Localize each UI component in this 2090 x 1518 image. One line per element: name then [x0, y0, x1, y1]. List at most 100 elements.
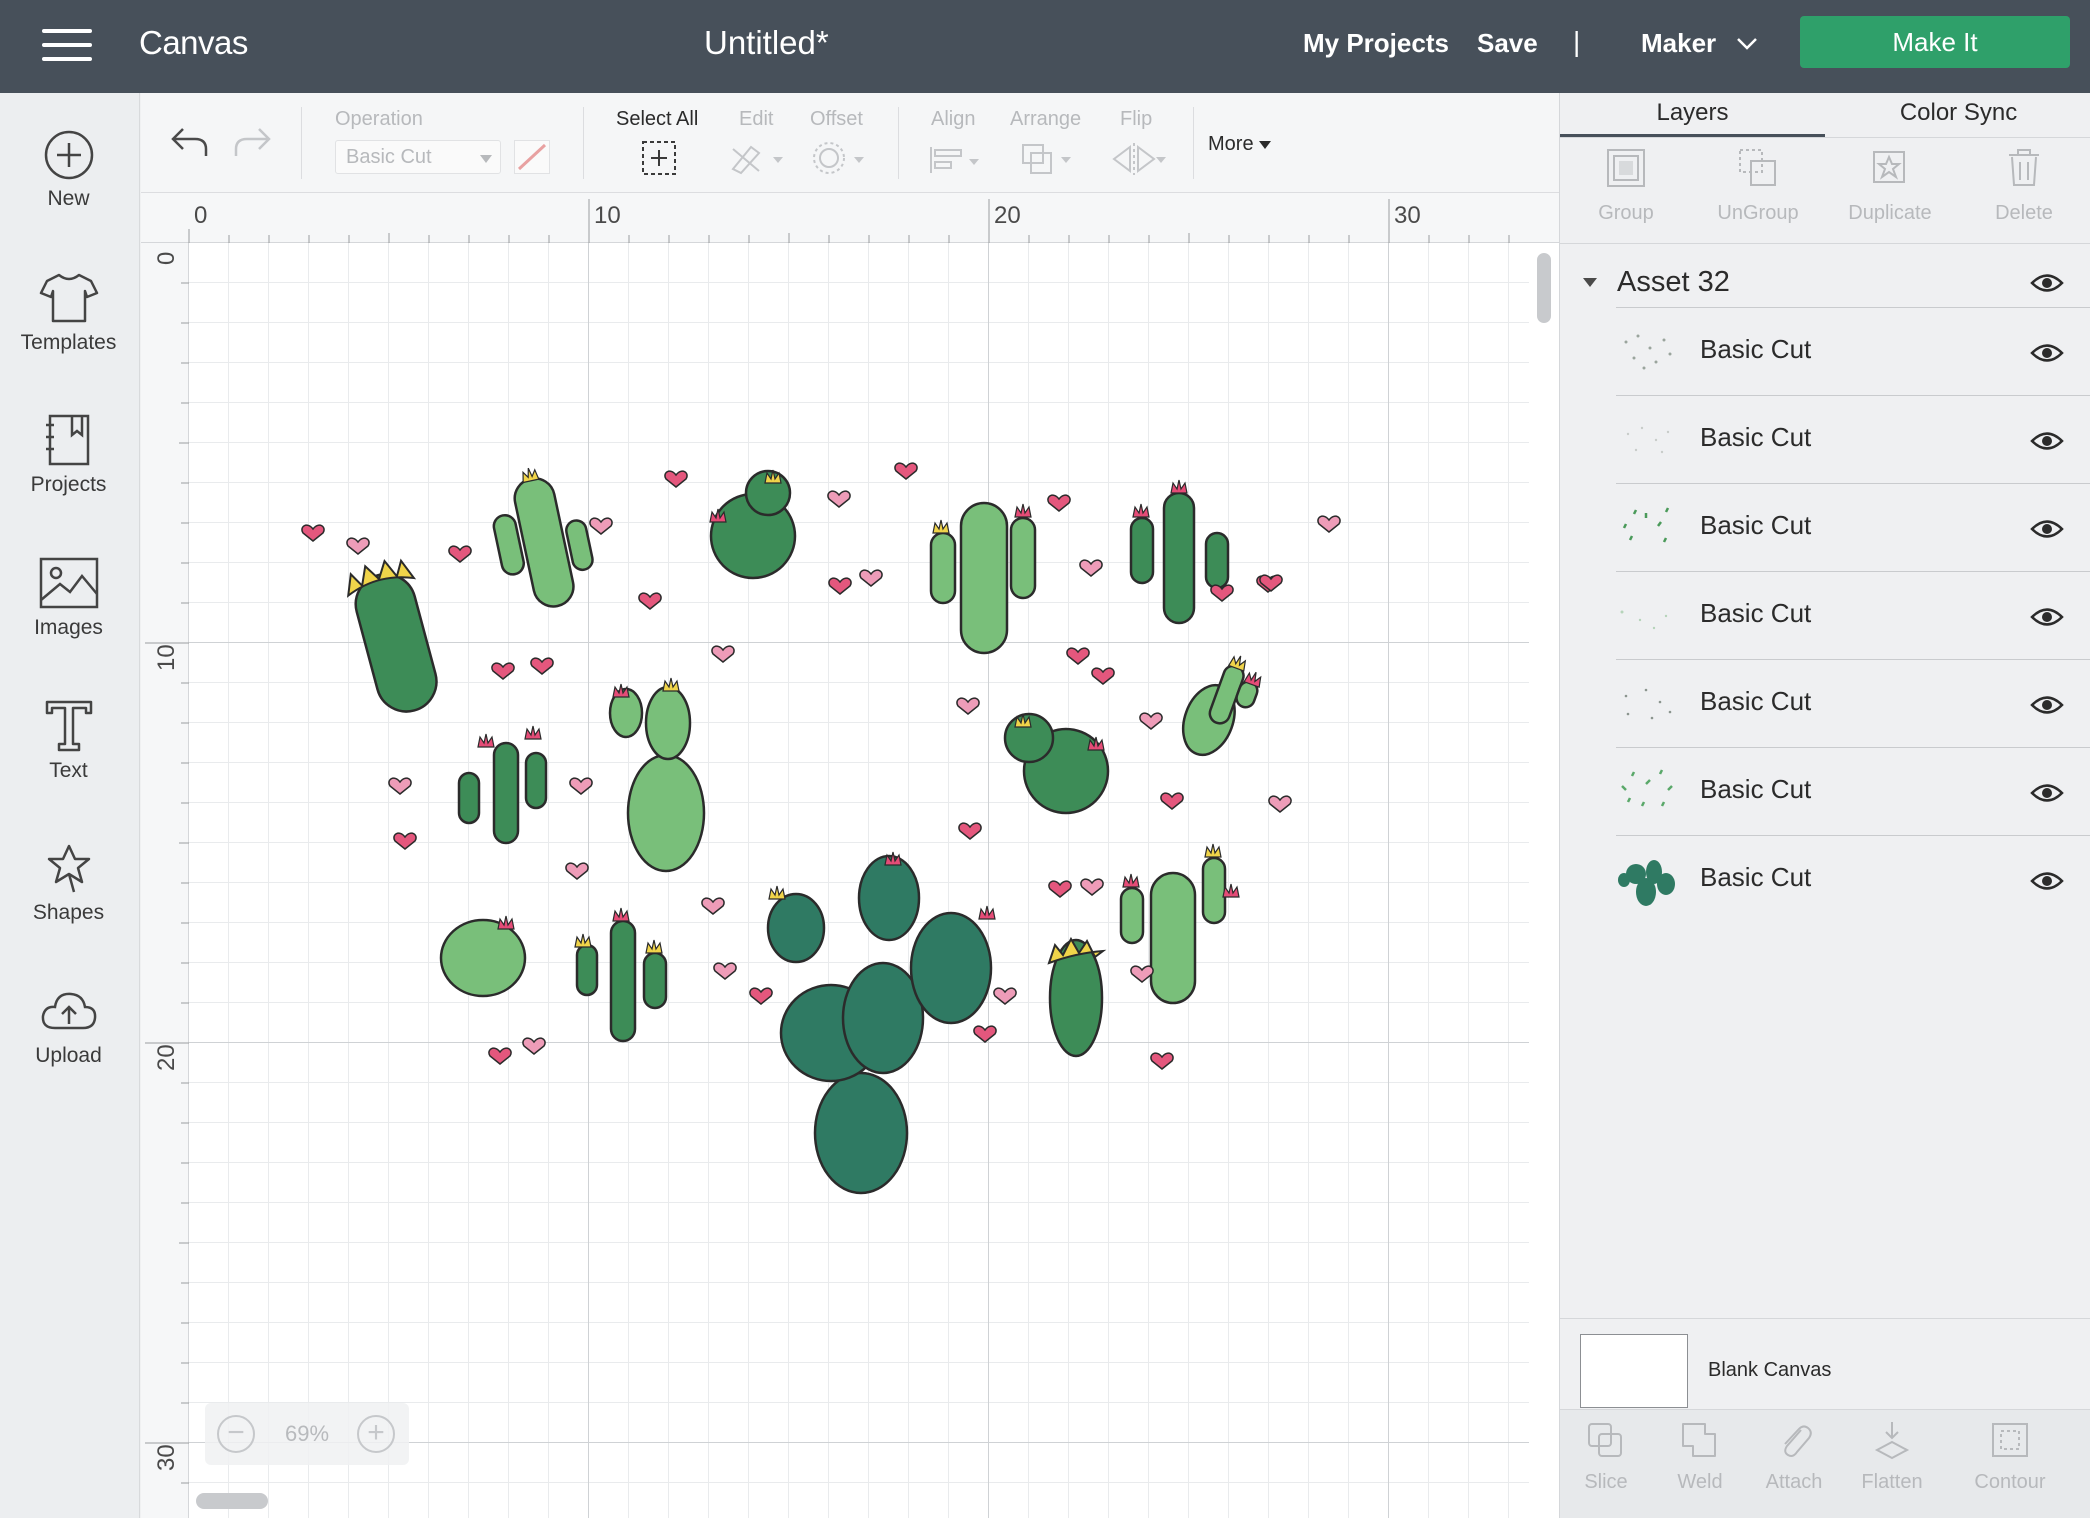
chevron-down-icon [480, 155, 492, 163]
undo-icon[interactable] [169, 125, 209, 159]
rail-projects[interactable]: Projects [0, 413, 137, 497]
tab-layers[interactable]: Layers [1560, 93, 1825, 137]
text-icon [45, 700, 92, 752]
ungroup-button[interactable]: UnGroup [1692, 147, 1824, 225]
document-title[interactable]: Untitled* [704, 24, 829, 62]
select-all-label[interactable]: Select All [616, 108, 698, 131]
slice-button[interactable]: Slice [1560, 1420, 1652, 1494]
align-label[interactable]: Align [931, 108, 975, 131]
horizontal-scroll-thumb[interactable] [196, 1493, 268, 1509]
rail-upload[interactable]: Upload [0, 986, 137, 1068]
make-it-button[interactable]: Make It [1800, 16, 2070, 68]
cloud-upload-icon [41, 992, 96, 1030]
eye-icon[interactable] [2030, 518, 2064, 540]
cactus-design-artwork[interactable] [141, 193, 1559, 1518]
cactus-prickly-pear-teal [766, 851, 996, 1195]
chevron-down-icon[interactable] [1736, 32, 1758, 54]
canvas-area[interactable]: 0 10 20 30 0 10 20 30 − 69% + [141, 193, 1559, 1518]
layer-name: Basic Cut [1700, 686, 1812, 716]
delete-button[interactable]: Delete [1958, 147, 2090, 225]
cactus-small-branched-dark [457, 725, 548, 845]
slice-icon [1588, 1423, 1622, 1457]
arrange-label[interactable]: Arrange [1010, 108, 1081, 131]
flip-label[interactable]: Flip [1120, 108, 1152, 131]
duplicate-button[interactable]: Duplicate [1824, 147, 1956, 225]
eye-icon[interactable] [2030, 342, 2064, 364]
eye-icon[interactable] [2030, 272, 2064, 294]
plus-circle-icon [44, 130, 93, 180]
my-projects-link[interactable]: My Projects [1303, 28, 1449, 59]
menu-icon[interactable] [42, 25, 92, 65]
zoom-in-button[interactable]: + [357, 1415, 395, 1453]
layer-name: Basic Cut [1700, 334, 1812, 364]
layer-thumbnail [1626, 426, 1670, 454]
select-all-icon[interactable] [640, 139, 678, 177]
flatten-button[interactable]: Flatten [1846, 1420, 1938, 1494]
rail-text[interactable]: Text [0, 699, 137, 783]
save-button[interactable]: Save [1477, 28, 1538, 59]
layer-row[interactable]: Basic Cut [1616, 483, 2090, 571]
flip-icon[interactable] [1110, 141, 1168, 177]
offset-label[interactable]: Offset [810, 108, 863, 131]
contour-button[interactable]: Contour [1964, 1420, 2056, 1494]
operation-select[interactable]: Basic Cut [335, 140, 501, 174]
tab-color-sync[interactable]: Color Sync [1826, 93, 2090, 137]
eye-icon[interactable] [2030, 870, 2064, 892]
more-label: More [1208, 133, 1254, 155]
zoom-out-button[interactable]: − [217, 1415, 255, 1453]
rail-templates-label: Templates [20, 331, 117, 354]
attach-button[interactable]: Attach [1748, 1420, 1840, 1494]
eye-icon[interactable] [2030, 606, 2064, 628]
rail-templates[interactable]: Templates [0, 271, 137, 355]
no-color-icon [517, 143, 547, 171]
layer-row[interactable]: Basic Cut [1616, 307, 2090, 395]
rail-text-label: Text [49, 759, 88, 782]
arrange-icon[interactable] [1019, 141, 1075, 177]
offset-icon[interactable] [812, 141, 866, 175]
blank-canvas-label: Blank Canvas [1708, 1359, 1832, 1381]
layer-row[interactable]: Basic Cut [1616, 747, 2090, 835]
align-icon[interactable] [927, 143, 983, 177]
redo-icon[interactable] [233, 125, 273, 159]
rail-new-label: New [47, 187, 90, 210]
vertical-scrollbar[interactable] [1537, 253, 1551, 1483]
edit-label[interactable]: Edit [739, 108, 773, 131]
vertical-scroll-thumb[interactable] [1537, 253, 1551, 323]
layer-row[interactable]: Basic Cut [1616, 395, 2090, 483]
cactus-tall-yellow-top-small [1047, 936, 1107, 1058]
operation-value: Basic Cut [346, 146, 432, 168]
eye-icon[interactable] [2030, 430, 2064, 452]
shapes-icon [47, 844, 90, 893]
layer-name: Basic Cut [1700, 774, 1812, 804]
rail-new[interactable]: New [0, 129, 137, 211]
layer-row[interactable]: Basic Cut [1616, 571, 2090, 659]
layer-thumbnail [1624, 334, 1672, 370]
paperclip-icon [1784, 1425, 1812, 1457]
operation-color-swatch[interactable] [514, 140, 550, 174]
layers-divider [1560, 243, 2090, 244]
group-button[interactable]: Group [1560, 147, 1692, 225]
more-menu[interactable]: More [1208, 133, 1271, 156]
machine-selector[interactable]: Maker [1641, 28, 1716, 59]
weld-button[interactable]: Weld [1654, 1420, 1746, 1494]
eye-icon[interactable] [2030, 782, 2064, 804]
cactus-saguaro-dark [1129, 479, 1230, 625]
rail-shapes[interactable]: Shapes [0, 843, 137, 925]
layer-thumbnail [1624, 688, 1672, 720]
caret-down-icon[interactable] [1583, 278, 1597, 287]
horizontal-scrollbar[interactable] [196, 1493, 1526, 1509]
rail-images[interactable]: Images [0, 556, 137, 640]
layer-row[interactable]: Basic Cut [1616, 659, 2090, 747]
edit-tools-icon[interactable] [729, 141, 785, 175]
duplicate-icon [1873, 151, 1905, 183]
layer-row[interactable]: Basic Cut [1616, 835, 2090, 923]
eye-icon[interactable] [2030, 694, 2064, 716]
cactus-saguaro-light [929, 501, 1037, 655]
projects-icon [45, 414, 89, 466]
tab-divider [1560, 137, 2090, 138]
shirt-icon [39, 273, 98, 323]
layer-name: Basic Cut [1700, 510, 1812, 540]
cactus-paddle-light [608, 677, 706, 873]
blank-canvas-swatch[interactable] [1580, 1334, 1688, 1408]
cactus-barrel-light [439, 915, 527, 998]
